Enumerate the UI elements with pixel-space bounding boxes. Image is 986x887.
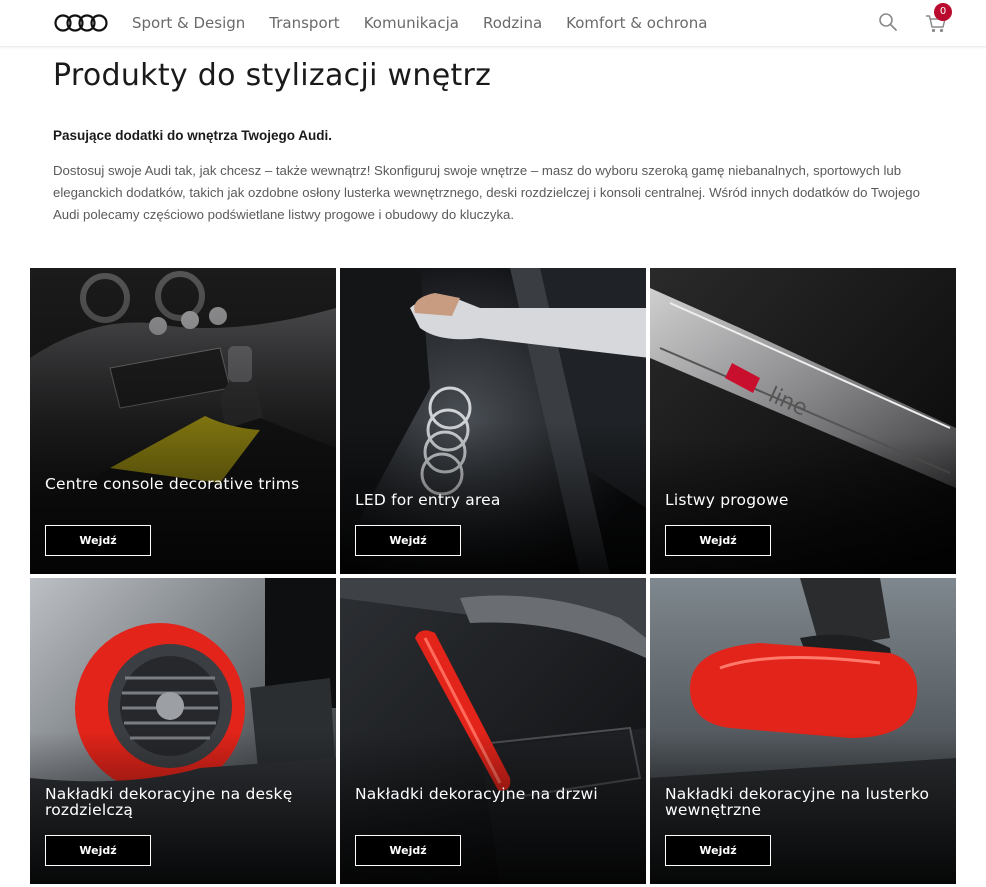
wejdz-button[interactable]: Wejdź [355, 525, 461, 556]
product-grid: Centre console decorative trims Wejdź LE… [30, 268, 956, 884]
tile-title: Nakładki dekoracyjne na deskę rozdzielcz… [45, 785, 293, 819]
nav-item-sport-design[interactable]: Sport & Design [132, 14, 245, 32]
tile-title: Listwy progowe [665, 491, 789, 509]
product-tile-led-entry[interactable]: LED for entry area Wejdź [340, 268, 646, 574]
audi-rings-logo[interactable] [53, 13, 109, 33]
tile-title: Centre console decorative trims [45, 475, 300, 493]
nav-item-rodzina[interactable]: Rodzina [483, 14, 542, 32]
main-nav: Sport & Design Transport Komunikacja Rod… [132, 0, 731, 46]
search-icon[interactable] [878, 12, 898, 32]
tile-title: LED for entry area [355, 491, 501, 509]
product-tile-drzwi[interactable]: Nakładki dekoracyjne na drzwi Wejdź [340, 578, 646, 884]
cart-count-badge: 0 [934, 3, 952, 21]
description-text: Dostosuj swoje Audi tak, jak chcesz – ta… [53, 163, 920, 222]
tile-title: Nakładki dekoracyjne na drzwi [355, 785, 598, 803]
top-navigation-bar: Sport & Design Transport Komunikacja Rod… [0, 0, 986, 47]
wejdz-button[interactable]: Wejdź [45, 835, 151, 866]
nav-item-komfort-ochrona[interactable]: Komfort & ochrona [566, 14, 707, 32]
product-tile-listwy-progowe[interactable]: line Listwy progowe Wejdź [650, 268, 956, 574]
product-tile-deska-rozdzielcza[interactable]: Nakładki dekoracyjne na deskę rozdzielcz… [30, 578, 336, 884]
tile-title: Nakładki dekoracyjne na lusterko wewnętr… [665, 785, 930, 819]
wejdz-button[interactable]: Wejdź [45, 525, 151, 556]
product-tile-centre-console[interactable]: Centre console decorative trims Wejdź [30, 268, 336, 574]
wejdz-button[interactable]: Wejdź [665, 525, 771, 556]
wejdz-button[interactable]: Wejdź [355, 835, 461, 866]
page-title: Produkty do stylizacji wnętrz [53, 58, 492, 93]
nav-item-transport[interactable]: Transport [269, 14, 339, 32]
nav-item-komunikacja[interactable]: Komunikacja [364, 14, 459, 32]
lead-text: Pasujące dodatki do wnętrza Twojego Audi… [53, 128, 333, 143]
product-tile-lusterko[interactable]: Nakładki dekoracyjne na lusterko wewnętr… [650, 578, 956, 884]
wejdz-button[interactable]: Wejdź [665, 835, 771, 866]
